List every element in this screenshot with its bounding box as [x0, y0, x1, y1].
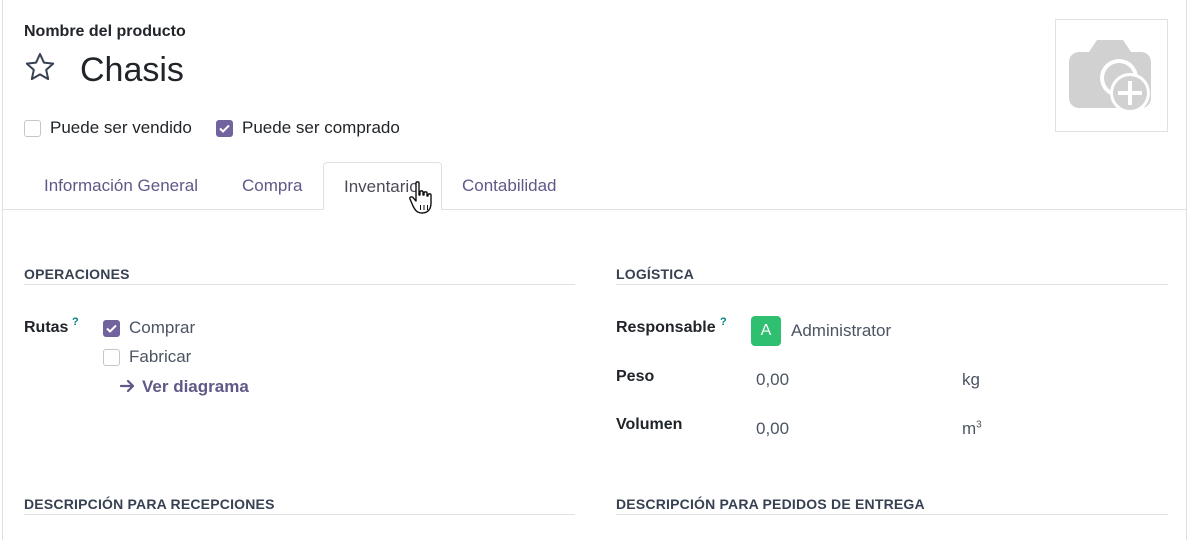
responsible-help-icon[interactable]: ? [720, 316, 727, 328]
check-icon [106, 324, 117, 333]
route-comprar[interactable]: Comprar [103, 318, 195, 338]
product-name-label: Nombre del producto [24, 23, 186, 40]
volume-label: Volumen [616, 416, 683, 433]
delivery-divider [616, 514, 1168, 515]
can-be-purchased-label: Puede ser comprado [242, 118, 400, 137]
product-name-field[interactable]: Chasis [80, 50, 184, 90]
view-diagram-link[interactable]: Ver diagrama [119, 377, 249, 397]
operations-section-title: OPERACIONES [24, 266, 130, 282]
tab-inventario[interactable]: Inventario [323, 162, 442, 210]
tab-contabilidad[interactable]: Contabilidad [442, 162, 577, 210]
volume-field[interactable]: 0,00 [756, 419, 789, 439]
tab-informacion-general[interactable]: Información General [24, 162, 218, 210]
check-icon [219, 124, 230, 133]
weight-label: Peso [616, 368, 655, 385]
route-comprar-label: Comprar [129, 318, 196, 337]
responsible-label: Responsable [616, 319, 716, 336]
routes-help-icon[interactable]: ? [72, 316, 79, 328]
tab-compra[interactable]: Compra [222, 162, 322, 210]
route-fabricar-label: Fabricar [129, 347, 192, 366]
can-be-purchased-option[interactable]: Puede ser comprado [216, 118, 400, 138]
avatar: A [751, 316, 781, 346]
can-be-purchased-checkbox[interactable] [216, 119, 233, 137]
can-be-sold-option[interactable]: Puede ser vendido [24, 118, 192, 138]
weight-unit: kg [962, 370, 980, 389]
can-be-sold-checkbox[interactable] [24, 119, 41, 137]
weight-field[interactable]: 0,00 [756, 370, 789, 390]
route-fabricar-checkbox[interactable] [103, 348, 120, 366]
product-image-upload[interactable] [1055, 19, 1168, 132]
volume-unit-exponent: 3 [976, 419, 982, 431]
camera-add-icon [1068, 39, 1151, 113]
receptions-description-title: DESCRIPCIÓN PARA RECEPCIONES [24, 496, 275, 512]
operations-divider [24, 284, 575, 285]
logistics-divider [616, 284, 1168, 285]
receptions-divider [24, 514, 575, 515]
arrow-right-icon [119, 379, 135, 393]
routes-label: Rutas [24, 319, 69, 336]
favorite-star-icon[interactable] [24, 51, 56, 83]
view-diagram-label: Ver diagrama [142, 377, 249, 396]
responsible-field[interactable]: Administrator [791, 321, 891, 341]
delivery-description-title: DESCRIPCIÓN PARA PEDIDOS DE ENTREGA [616, 496, 925, 512]
logistics-section-title: LOGÍSTICA [616, 266, 695, 282]
can-be-sold-label: Puede ser vendido [50, 118, 192, 137]
route-fabricar[interactable]: Fabricar [103, 347, 191, 367]
route-comprar-checkbox[interactable] [103, 319, 120, 337]
volume-unit-base: m [962, 419, 977, 438]
volume-unit: m3 [962, 419, 982, 439]
